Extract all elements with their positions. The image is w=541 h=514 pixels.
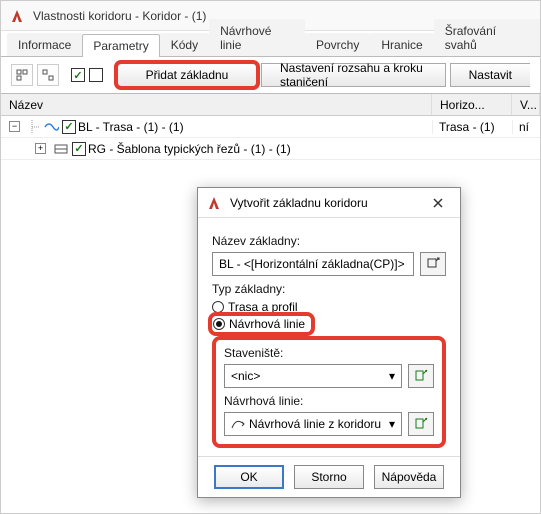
template-icon xyxy=(53,141,69,157)
add-baseline-button[interactable]: Přidat základnu xyxy=(117,63,257,87)
chevron-down-icon: ▾ xyxy=(389,417,395,431)
tab-strip: Informace Parametry Kódy Návrhové linie … xyxy=(1,31,540,57)
dialog-footer: OK Storno Nápověda xyxy=(198,456,460,497)
pick-icon xyxy=(414,369,428,383)
dialog-title: Vytvořit základnu koridoru xyxy=(230,196,368,210)
name-template-button[interactable] xyxy=(420,252,446,276)
tree-connector-icon xyxy=(24,120,40,134)
baseline-name-input[interactable] xyxy=(212,252,414,276)
collapse-all-button[interactable] xyxy=(37,64,59,86)
row-checkbox[interactable] xyxy=(62,120,76,134)
dialog-title-bar[interactable]: Vytvořit základnu koridoru xyxy=(198,188,460,218)
row-horiz: Trasa - (1) xyxy=(432,120,512,134)
help-button[interactable]: Nápověda xyxy=(374,465,444,489)
pick-icon xyxy=(426,257,440,271)
close-icon xyxy=(432,197,444,209)
expander-icon[interactable]: − xyxy=(9,121,20,132)
row-checkbox[interactable] xyxy=(72,142,86,156)
close-button[interactable] xyxy=(424,192,452,214)
feature-line-group: Staveniště: <nic> ▾ Návrhová linie: xyxy=(212,336,446,448)
column-vert[interactable]: V... xyxy=(512,94,540,115)
grid-header: Název Horizo... V... xyxy=(1,94,540,116)
feature-line-select[interactable]: Návrhová linie z koridoru ▾ xyxy=(224,412,402,436)
site-select[interactable]: <nic> ▾ xyxy=(224,364,402,388)
tab-hranice[interactable]: Hranice xyxy=(370,33,433,56)
expand-all-button[interactable] xyxy=(11,64,33,86)
cancel-button[interactable]: Storno xyxy=(294,465,364,489)
create-baseline-dialog: Vytvořit základnu koridoru Název základn… xyxy=(197,187,461,498)
checkbox-all-off[interactable] xyxy=(89,68,103,82)
radio-feature-line[interactable]: Návrhová linie xyxy=(212,316,311,332)
site-label: Staveniště: xyxy=(224,346,434,360)
chevron-down-icon: ▾ xyxy=(389,369,395,383)
pick-icon xyxy=(414,417,428,431)
grid-row[interactable]: − BL - Trasa - (1) - (1) Trasa - (1) ní xyxy=(1,116,540,138)
type-label: Typ základny: xyxy=(212,282,446,296)
radio-icon xyxy=(212,301,224,313)
app-icon xyxy=(9,8,25,24)
tab-parametry[interactable]: Parametry xyxy=(82,34,159,57)
expander-icon[interactable]: + xyxy=(35,143,46,154)
pick-feature-line-button[interactable] xyxy=(408,412,434,436)
row-label: BL - Trasa - (1) - (1) xyxy=(76,120,432,134)
baseline-grid: Název Horizo... V... − BL - Trasa - (1) … xyxy=(1,93,540,160)
checkbox-all-on[interactable] xyxy=(71,68,85,82)
app-icon xyxy=(206,195,222,211)
column-name[interactable]: Název xyxy=(1,94,432,115)
tab-povrchy[interactable]: Povrchy xyxy=(305,33,370,56)
set-button-partial[interactable]: Nastavit xyxy=(450,63,530,87)
tab-srafovani[interactable]: Šrafování svahů xyxy=(434,19,540,56)
tab-informace[interactable]: Informace xyxy=(7,33,82,56)
row-label: RG - Šablona typických řezů - (1) - (1) xyxy=(86,142,432,156)
feature-line-label: Návrhová linie: xyxy=(224,394,434,408)
ok-button[interactable]: OK xyxy=(214,465,284,489)
tab-kody[interactable]: Kódy xyxy=(160,33,209,56)
row-vert: ní xyxy=(512,120,540,134)
grid-row[interactable]: + RG - Šablona typických řezů - (1) - (1… xyxy=(1,138,540,160)
radio-route-profile[interactable]: Trasa a profil xyxy=(212,300,446,314)
name-label: Název základny: xyxy=(212,234,446,248)
column-horiz[interactable]: Horizo... xyxy=(432,94,512,115)
tab-navrhove-linie[interactable]: Návrhové linie xyxy=(209,19,305,56)
toolbar: Přidat základnu Nastavení rozsahu a krok… xyxy=(1,57,540,93)
baseline-icon xyxy=(43,119,59,135)
radio-icon xyxy=(213,318,225,330)
window-title: Vlastnosti koridoru - Koridor - (1) xyxy=(33,9,206,23)
pick-site-button[interactable] xyxy=(408,364,434,388)
feature-line-item-icon xyxy=(231,418,245,430)
set-range-button[interactable]: Nastavení rozsahu a kroku staničení xyxy=(261,63,446,87)
